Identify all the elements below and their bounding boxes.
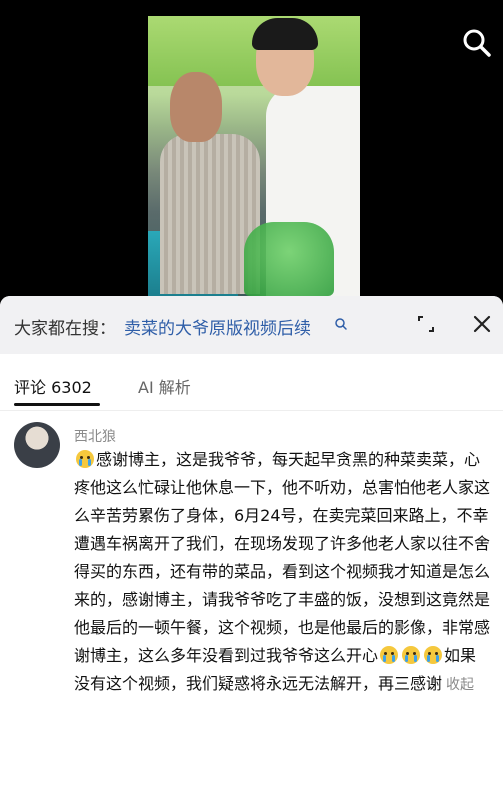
stall-awning: [148, 16, 360, 86]
comment-text: 感谢博主，这是我爷爷，每天起早贪黑的种菜卖菜，心疼他这么忙碌让他休息一下，他不听…: [74, 446, 490, 699]
comment-text-part-1: 感谢博主，这是我爷爷，每天起早贪黑的种菜卖菜，心疼他这么忙碌让他休息一下，他不听…: [74, 450, 491, 665]
tab-comments[interactable]: 评论 6302: [14, 374, 92, 398]
video-player[interactable]: 哎中: [0, 0, 503, 296]
comment-item: 西北狼 感谢博主，这是我爷爷，每天起早贪黑的种菜卖菜，心疼他这么忙碌让他休息一下…: [0, 422, 503, 801]
collapse-link[interactable]: 收起: [446, 677, 474, 693]
trending-search-link[interactable]: 卖菜的大爷原版视频后续: [124, 314, 311, 339]
crying-emoji-icon: [76, 450, 94, 468]
search-small-icon[interactable]: [334, 316, 348, 335]
active-tab-indicator: [14, 403, 100, 406]
crying-emoji-icon: [380, 646, 399, 664]
crying-emoji-icon: [424, 646, 443, 664]
comment-author[interactable]: 西北狼: [74, 426, 116, 446]
crying-emoji-icon: [402, 646, 421, 664]
close-icon[interactable]: [470, 312, 494, 336]
video-frame[interactable]: 哎中: [148, 16, 360, 296]
green-bag: [244, 222, 334, 296]
avatar[interactable]: [14, 422, 60, 468]
tab-ai-analysis[interactable]: AI 解析: [138, 374, 191, 398]
comment-panel: 大家都在搜： 卖菜的大爷原版视频后续 评论 6302 AI 解析 西北狼 感谢博…: [0, 296, 503, 801]
search-icon[interactable]: [460, 26, 494, 60]
comment-tabs: 评论 6302 AI 解析: [0, 354, 503, 411]
elderly-man-head: [170, 72, 222, 142]
trending-search-bar[interactable]: 大家都在搜： 卖菜的大爷原版视频后续: [0, 296, 503, 354]
expand-icon[interactable]: [414, 312, 438, 336]
young-man-hair: [252, 18, 318, 50]
search-prefix-label: 大家都在搜：: [14, 319, 116, 339]
